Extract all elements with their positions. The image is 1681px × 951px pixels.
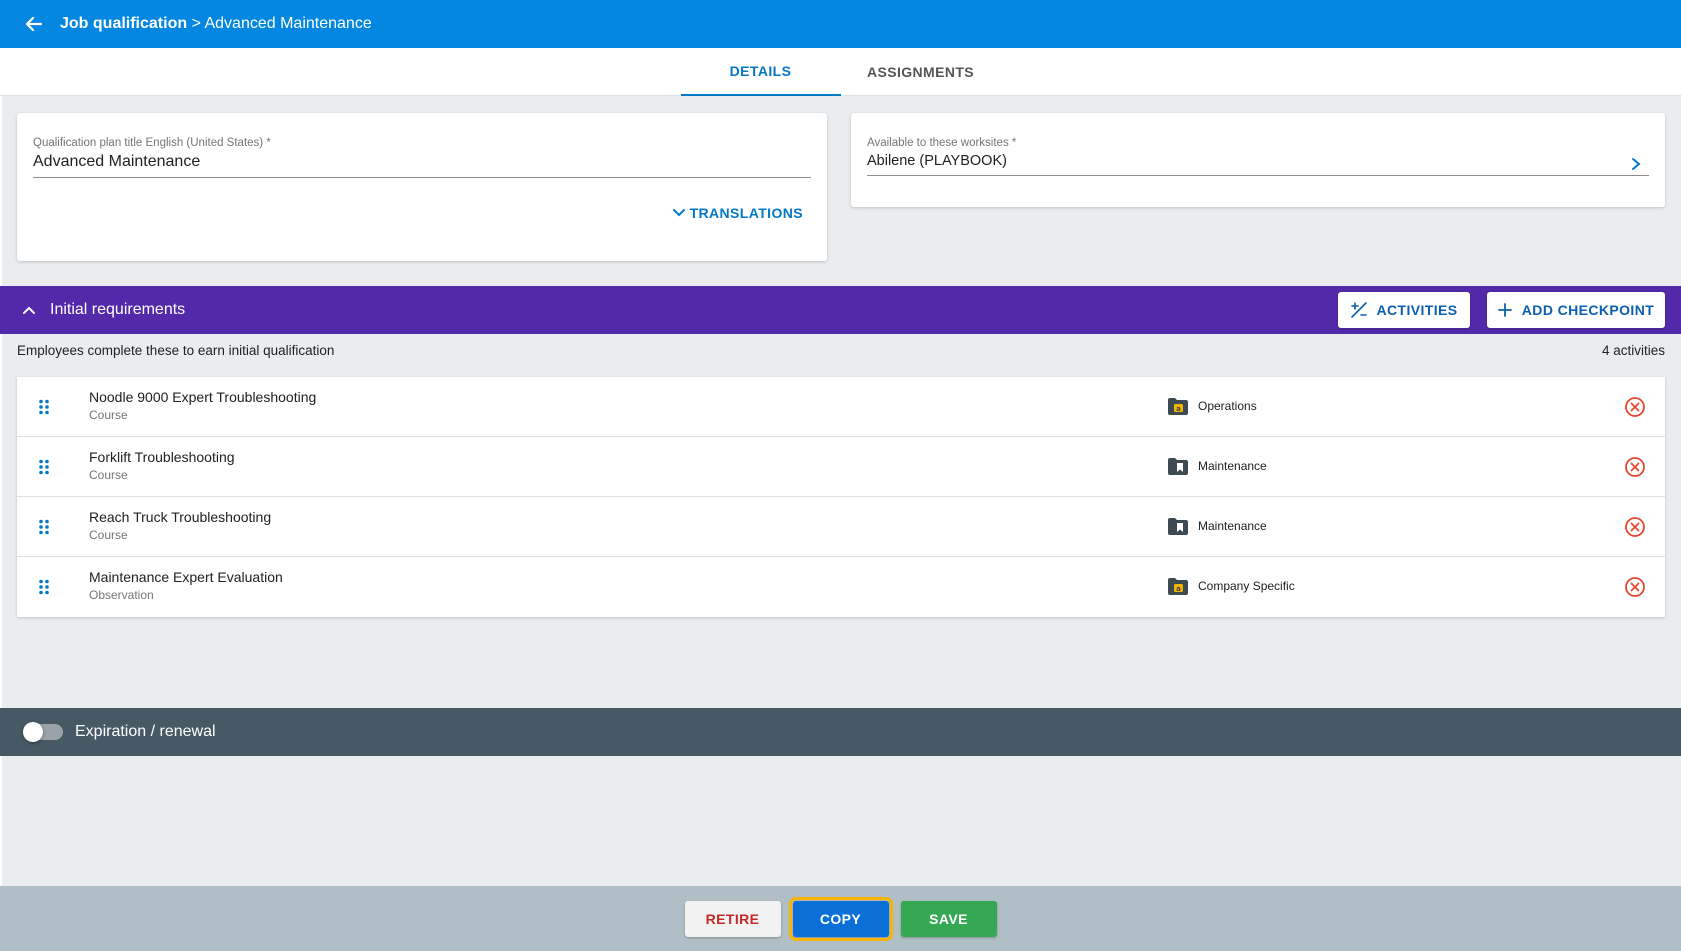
collapse-button[interactable] xyxy=(22,302,38,318)
activity-category: Operations xyxy=(1198,399,1257,413)
folder-company-icon: a xyxy=(1168,398,1188,415)
breadcrumb-parent[interactable]: Job qualification xyxy=(60,15,187,32)
activity-type: Course xyxy=(89,468,128,482)
remove-circle-icon[interactable] xyxy=(1624,576,1646,598)
left-edge xyxy=(0,48,2,951)
plus-minus-icon xyxy=(1351,302,1368,318)
worksites-field-label: Available to these worksites * xyxy=(867,137,1017,149)
drag-handle-icon[interactable] xyxy=(38,579,50,595)
folder-company-icon: a xyxy=(1168,578,1188,595)
action-footer: RETIRE COPY SAVE xyxy=(0,886,1681,951)
translations-button[interactable]: TRANSLATIONS xyxy=(672,205,803,221)
activity-type: Course xyxy=(89,528,128,542)
activities-count: 4 activities xyxy=(1601,343,1665,358)
expiration-header: Expiration / renewal xyxy=(0,708,1681,756)
list-item[interactable]: Forklift Troubleshooting Course Maintena… xyxy=(17,437,1665,497)
folder-bookmark-icon xyxy=(1168,518,1188,535)
activity-name: Forklift Troubleshooting xyxy=(89,449,235,465)
tab-bar: DETAILS ASSIGNMENTS xyxy=(0,48,1681,96)
add-checkpoint-label: ADD CHECKPOINT xyxy=(1521,302,1655,318)
expiration-label: Expiration / renewal xyxy=(75,723,216,740)
drag-handle-icon[interactable] xyxy=(38,519,50,535)
worksites-field[interactable]: Available to these worksites * Abilene (… xyxy=(867,137,1649,176)
activities-button[interactable]: ACTIVITIES xyxy=(1338,292,1470,328)
svg-text:a: a xyxy=(1176,585,1181,593)
toggle-knob xyxy=(23,722,43,742)
save-button[interactable]: SAVE xyxy=(900,900,997,937)
chevron-down-icon xyxy=(672,209,685,217)
translations-label: TRANSLATIONS xyxy=(689,205,803,221)
activity-name: Reach Truck Troubleshooting xyxy=(89,509,272,525)
list-item[interactable]: Noodle 9000 Expert Troubleshooting Cours… xyxy=(17,377,1665,437)
breadcrumb: Job qualification > Advanced Maintenance xyxy=(60,15,372,33)
title-field-value[interactable]: Advanced Maintenance xyxy=(33,153,811,177)
copy-button[interactable]: COPY xyxy=(788,896,893,941)
requirements-description: Employees complete these to earn initial… xyxy=(17,343,335,358)
folder-bookmark-icon xyxy=(1168,458,1188,475)
requirements-subline: Employees complete these to earn initial… xyxy=(17,343,1665,358)
activity-name: Maintenance Expert Evaluation xyxy=(89,569,283,585)
title-field-label: Qualification plan title English (United… xyxy=(33,137,271,149)
app-header: Job qualification > Advanced Maintenance xyxy=(0,0,1681,48)
activity-category: Maintenance xyxy=(1198,459,1267,473)
tab-details[interactable]: DETAILS xyxy=(680,48,841,96)
svg-text:a: a xyxy=(1176,405,1181,413)
activity-category: Maintenance xyxy=(1198,519,1267,533)
requirements-list: Noodle 9000 Expert Troubleshooting Cours… xyxy=(17,377,1665,617)
activity-category: Company Specific xyxy=(1198,579,1295,593)
list-item[interactable]: Maintenance Expert Evaluation Observatio… xyxy=(17,557,1665,617)
worksites-field-value: Abilene (PLAYBOOK) xyxy=(867,153,1007,169)
drag-handle-icon[interactable] xyxy=(38,459,50,475)
back-button[interactable] xyxy=(22,12,46,36)
breadcrumb-separator: > xyxy=(187,15,205,32)
arrow-left-icon xyxy=(25,16,43,32)
expiration-toggle[interactable] xyxy=(23,722,63,742)
plus-icon xyxy=(1497,303,1512,317)
activity-name: Noodle 9000 Expert Troubleshooting xyxy=(89,389,317,405)
remove-circle-icon[interactable] xyxy=(1624,396,1646,418)
title-field[interactable]: Qualification plan title English (United… xyxy=(33,137,811,178)
list-item[interactable]: Reach Truck Troubleshooting Course Maint… xyxy=(17,497,1665,557)
chevron-up-icon xyxy=(23,306,35,314)
remove-circle-icon[interactable] xyxy=(1624,516,1646,538)
tab-assignments[interactable]: ASSIGNMENTS xyxy=(841,48,1001,96)
section-title: Initial requirements xyxy=(50,301,186,318)
remove-circle-icon[interactable] xyxy=(1624,456,1646,478)
retire-button[interactable]: RETIRE xyxy=(684,900,781,937)
drag-handle-icon[interactable] xyxy=(38,399,50,415)
breadcrumb-current: Advanced Maintenance xyxy=(204,15,372,32)
worksites-card: Available to these worksites * Abilene (… xyxy=(851,113,1665,207)
title-card: Qualification plan title English (United… xyxy=(17,113,827,261)
activity-type: Course xyxy=(89,408,128,422)
activity-type: Observation xyxy=(89,588,154,602)
chevron-right-icon[interactable] xyxy=(1629,157,1643,171)
initial-requirements-header: Initial requirements ACTIVITIES ADD CHEC… xyxy=(0,286,1681,334)
add-checkpoint-button[interactable]: ADD CHECKPOINT xyxy=(1487,292,1665,328)
activities-label: ACTIVITIES xyxy=(1376,302,1458,318)
